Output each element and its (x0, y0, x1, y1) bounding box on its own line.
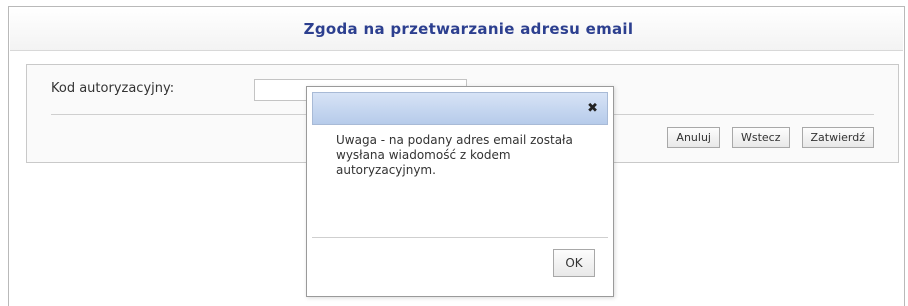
auth-code-label: Kod autoryzacyjny: (51, 81, 175, 96)
cancel-button[interactable]: Anuluj (667, 127, 720, 148)
dialog-titlebar[interactable]: ✖ (312, 92, 608, 125)
back-button[interactable]: Wstecz (731, 127, 790, 148)
ok-button[interactable]: OK (553, 249, 595, 277)
dialog-message: Uwaga - na podany adres email została wy… (336, 133, 573, 177)
confirm-button[interactable]: Zatwierdź (801, 127, 874, 148)
close-icon[interactable]: ✖ (587, 102, 598, 115)
header-bar: Zgoda na przetwarzanie adresu email (10, 8, 903, 51)
dialog-divider (312, 237, 608, 238)
form-button-row: Anuluj Wstecz Zatwierdź (667, 127, 874, 148)
notification-dialog: ✖ Uwaga - na podany adres email została … (306, 86, 614, 297)
page-title: Zgoda na przetwarzanie adresu email (303, 20, 634, 38)
